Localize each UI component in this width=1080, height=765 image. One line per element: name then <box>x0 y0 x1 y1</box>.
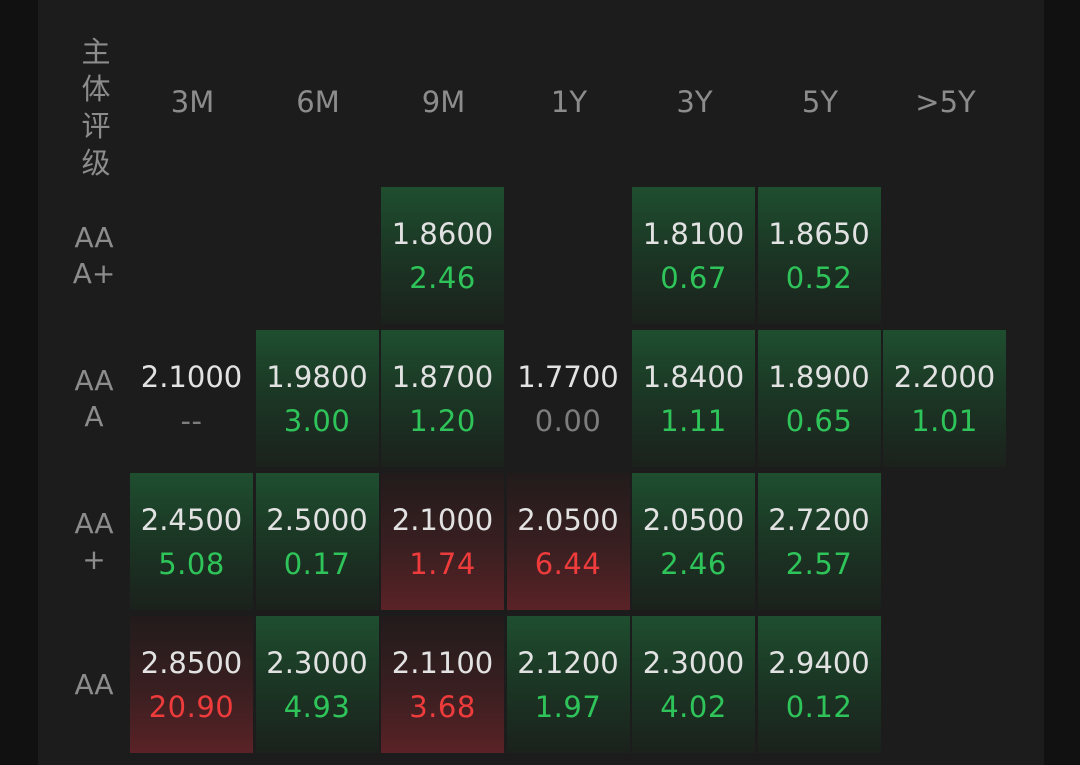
quote-cell[interactable]: 2.1000 1.74 <box>381 473 504 610</box>
rating-row-label: AA + <box>58 473 130 610</box>
change-value: 1.74 <box>409 546 476 581</box>
tenor-header-6m[interactable]: 6M <box>256 82 381 122</box>
change-value: 6.44 <box>534 546 602 581</box>
yield-price: 1.8900 <box>768 359 870 394</box>
rating-row-label: AA <box>58 616 130 753</box>
corner-label-char: 主 <box>81 35 111 69</box>
change-value: 0.17 <box>283 546 351 581</box>
rating-label-line: AA <box>74 363 114 397</box>
quote-cell[interactable]: 2.2000 1.01 <box>883 330 1006 467</box>
yield-price: 2.8500 <box>140 645 243 680</box>
corner-label-char: 体 <box>81 72 111 106</box>
change-value: 2.46 <box>660 546 727 581</box>
change-value: 1.01 <box>911 403 978 438</box>
quote-cell[interactable]: 2.1200 1.97 <box>506 616 630 753</box>
yield-price: 2.9400 <box>768 645 870 680</box>
corner-label-char: 级 <box>81 146 111 180</box>
quote-cell[interactable]: 1.8900 0.65 <box>757 330 881 467</box>
yield-price: 1.8700 <box>391 359 494 394</box>
yield-price: 1.8600 <box>391 216 494 251</box>
change-value: 5.08 <box>158 546 225 581</box>
yield-price: 1.9800 <box>266 359 368 394</box>
quote-cell[interactable]: 2.4500 5.08 <box>130 473 253 610</box>
quote-cell[interactable]: 1.8650 0.52 <box>757 187 881 324</box>
rating-label-line: AA <box>74 667 114 701</box>
rating-label-line: AA <box>74 506 114 540</box>
rating-label-line: + <box>82 542 106 576</box>
quote-cell[interactable]: 1.8100 0.67 <box>632 187 755 324</box>
quote-cell[interactable]: 2.3000 4.02 <box>632 616 755 753</box>
change-value: 1.11 <box>660 403 727 438</box>
tenor-header-3y[interactable]: 3Y <box>632 82 757 122</box>
rating-label-line: A+ <box>72 256 116 290</box>
yield-price: 2.7200 <box>768 502 870 537</box>
yield-price: 2.1100 <box>391 645 494 680</box>
quote-cell[interactable]: 1.9800 3.00 <box>255 330 379 467</box>
yield-price: 2.0500 <box>517 502 619 537</box>
yield-price: 2.2000 <box>893 359 996 394</box>
change-value: 20.90 <box>148 689 235 724</box>
rating-row-label: AA A+ <box>58 187 130 324</box>
quote-cell[interactable]: 1.8600 2.46 <box>381 187 504 324</box>
yield-price: 2.4500 <box>140 502 243 537</box>
quote-cell[interactable]: 2.9400 0.12 <box>757 616 881 753</box>
yield-price: 1.8100 <box>642 216 745 251</box>
rating-label-line: AA <box>74 220 114 254</box>
yield-price: 2.1000 <box>140 359 243 394</box>
tenor-header-5y[interactable]: 5Y <box>758 82 883 122</box>
quote-cell[interactable]: 1.7700 0.00 <box>507 330 630 467</box>
yield-price: 1.8650 <box>768 216 870 251</box>
change-value: 4.02 <box>660 689 727 724</box>
quote-cell[interactable]: 2.1000 -- <box>130 330 253 467</box>
corner-label-char: 评 <box>81 109 111 143</box>
change-value: -- <box>180 403 203 438</box>
change-value: 0.67 <box>660 260 727 295</box>
quote-cell[interactable]: 2.1100 3.68 <box>381 616 504 753</box>
change-value: 4.93 <box>283 689 351 724</box>
change-value: 0.52 <box>785 260 853 295</box>
quote-cell[interactable]: 1.8400 1.11 <box>632 330 755 467</box>
tenor-header-3m[interactable]: 3M <box>130 82 255 122</box>
rating-label-line: A <box>84 399 104 433</box>
tenor-header-9m[interactable]: 9M <box>381 82 506 122</box>
change-value: 0.12 <box>785 689 853 724</box>
yield-price: 1.7700 <box>517 359 619 394</box>
change-value: 2.57 <box>785 546 853 581</box>
rating-corner-label: 主体评级 <box>72 34 120 182</box>
change-value: 0.65 <box>785 403 853 438</box>
yield-price: 2.0500 <box>642 502 745 537</box>
yield-price: 2.3000 <box>266 645 368 680</box>
change-value: 0.00 <box>534 403 602 438</box>
quote-cell[interactable]: 2.0500 2.46 <box>632 473 755 610</box>
quote-cell[interactable]: 2.7200 2.57 <box>757 473 881 610</box>
change-value: 3.00 <box>283 403 351 438</box>
change-value: 2.46 <box>409 260 476 295</box>
quote-cell[interactable]: 2.3000 4.93 <box>255 616 379 753</box>
quote-cell[interactable]: 2.0500 6.44 <box>506 473 630 610</box>
yield-price: 2.1000 <box>391 502 494 537</box>
quote-cell[interactable]: 2.8500 20.90 <box>130 616 253 753</box>
change-value: 3.68 <box>409 689 476 724</box>
rating-row-label: AA A <box>58 330 130 467</box>
change-value: 1.20 <box>409 403 476 438</box>
yield-price: 2.1200 <box>517 645 619 680</box>
tenor-header-gt5y[interactable]: >5Y <box>883 82 1008 122</box>
quote-cell[interactable]: 2.5000 0.17 <box>255 473 379 610</box>
tenor-header-1y[interactable]: 1Y <box>507 82 632 122</box>
change-value: 1.97 <box>534 689 602 724</box>
yield-price: 2.3000 <box>642 645 745 680</box>
yield-price: 1.8400 <box>642 359 745 394</box>
yield-price: 2.5000 <box>266 502 368 537</box>
quote-cell[interactable]: 1.8700 1.20 <box>381 330 504 467</box>
